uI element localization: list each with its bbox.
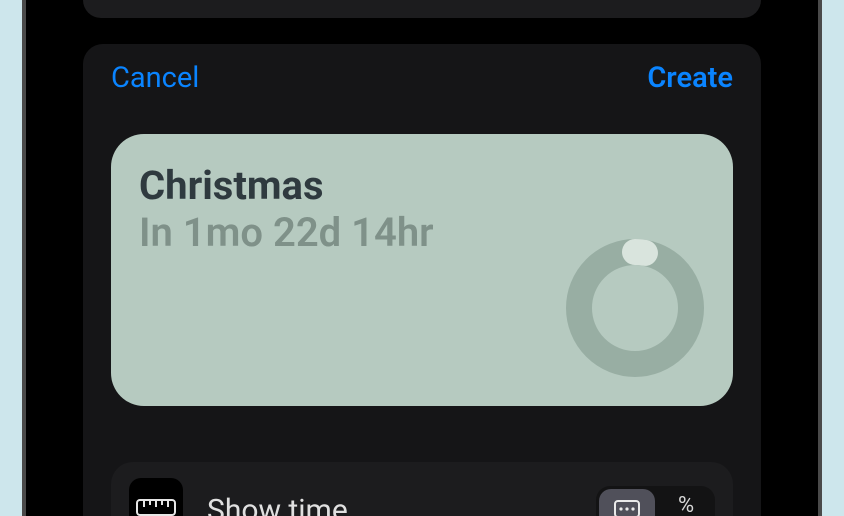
nav-bar: Cancel Create: [83, 44, 761, 98]
ruler-icon: [136, 499, 176, 516]
modal-sheet: Cancel Create Christmas In 1mo 22d 14hr: [83, 44, 761, 516]
phone-frame: Cancel Create Christmas In 1mo 22d 14hr: [22, 0, 822, 516]
cancel-button[interactable]: Cancel: [111, 61, 199, 95]
create-button[interactable]: Create: [647, 61, 733, 95]
show-time-label: Show time: [207, 496, 596, 516]
segment-time[interactable]: [599, 489, 655, 516]
show-time-icon-box: [129, 478, 183, 516]
segment-percent[interactable]: %: [657, 486, 715, 516]
calendar-icon: [613, 498, 641, 516]
show-time-segmented-control[interactable]: %: [596, 486, 715, 516]
progress-ring-icon: [561, 234, 709, 382]
countdown-widget-preview[interactable]: Christmas In 1mo 22d 14hr: [111, 134, 733, 406]
show-time-row: Show time %: [111, 462, 733, 516]
screen: Cancel Create Christmas In 1mo 22d 14hr: [44, 0, 800, 516]
widget-title: Christmas: [139, 164, 705, 208]
background-sheet-hint: [83, 0, 761, 18]
